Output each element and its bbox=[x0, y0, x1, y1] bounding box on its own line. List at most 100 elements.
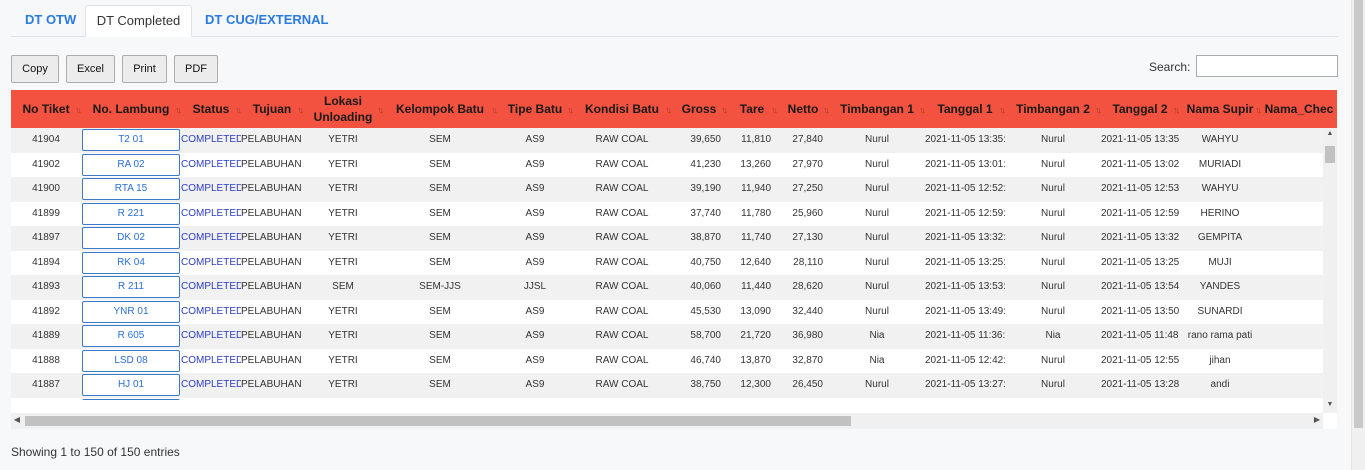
table-vertical-scrollbar-thumb[interactable] bbox=[1325, 146, 1335, 163]
scroll-down-arrow-icon[interactable]: ▼ bbox=[1323, 401, 1337, 413]
table-row[interactable]: 41889 R 605 COMPLETED PELABUHAN YETRI SEM AS9 R… bbox=[11, 324, 1323, 349]
search-input[interactable] bbox=[1196, 55, 1338, 77]
cell-kondisi-batu: RAW COAL bbox=[595, 379, 649, 390]
table-row[interactable]: 41899 R 221 COMPLETED PELABUHAN YETRI SEM AS9 R… bbox=[11, 201, 1323, 226]
sort-arrows-icon[interactable]: ↑↓ bbox=[491, 102, 498, 118]
column-header-status[interactable]: Status ↑↓ bbox=[181, 90, 242, 128]
tab-dt-completed[interactable]: DT Completed bbox=[85, 5, 192, 37]
column-header-label: Tare bbox=[739, 102, 765, 116]
scroll-left-arrow-icon[interactable]: ◀ bbox=[11, 415, 23, 424]
print-button[interactable]: Print bbox=[122, 55, 167, 83]
cell-no-lambung[interactable]: LSD 08 bbox=[82, 349, 180, 372]
column-header-tanggal-2[interactable]: Tanggal 2 ↑↓ bbox=[1101, 90, 1180, 128]
cell-no-lambung[interactable]: YNR 01 bbox=[82, 300, 180, 323]
cell-no-lambung[interactable]: RTA 15 bbox=[82, 178, 180, 200]
scroll-up-arrow-icon[interactable]: ▲ bbox=[1323, 130, 1337, 142]
cell-tipe-batu: AS9 bbox=[525, 134, 545, 145]
table-row[interactable]: 41892 YNR 01 COMPLETED PELABUHAN YETRI SEM AS9… bbox=[11, 299, 1323, 324]
cell-no-lambung[interactable]: DK 02 bbox=[82, 227, 180, 249]
cell-no-tiket: 41904 bbox=[32, 134, 60, 145]
column-header-timbangan-1[interactable]: Timbangan 1 ↑↓ bbox=[829, 90, 926, 128]
sort-arrows-icon[interactable]: ↑↓ bbox=[1255, 102, 1262, 118]
sort-arrows-icon[interactable]: ↑↓ bbox=[665, 102, 672, 118]
column-header-no-tiket[interactable]: No Tiket ↑↓ bbox=[11, 90, 82, 128]
cell-no-lambung[interactable]: RK 04 bbox=[82, 251, 180, 274]
sort-arrows-icon[interactable]: ↑↓ bbox=[297, 102, 304, 118]
column-header-kelompok-batu[interactable]: Kelompok Batu ↑↓ bbox=[383, 90, 498, 128]
page-scrollbar-thumb[interactable] bbox=[1354, 0, 1363, 428]
cell-timbangan-1: Nia bbox=[869, 330, 885, 341]
cell-no-tiket: 41894 bbox=[32, 256, 60, 268]
sort-arrows-icon[interactable]: ↑↓ bbox=[567, 102, 574, 118]
cell-kondisi-batu: RAW COAL bbox=[595, 354, 649, 366]
table-vertical-scrollbar[interactable]: ▲ ▼ bbox=[1323, 128, 1337, 413]
sort-arrows-icon[interactable]: ↑↓ bbox=[919, 102, 926, 118]
column-header-nama-supir[interactable]: Nama Supir ↑↓ bbox=[1179, 90, 1262, 128]
table-row[interactable]: 41897 DK 02 COMPLETED PELABUHAN YETRI SEM AS9 R… bbox=[11, 226, 1323, 251]
column-header-no-lambung[interactable]: No. Lambung ↑↓ bbox=[81, 90, 182, 128]
cell-tipe-batu: AS9 bbox=[525, 330, 545, 341]
cell-no-lambung[interactable]: R 211 bbox=[82, 276, 180, 298]
cell-tanggal-2: 2021-11-05 12:53:09 bbox=[1101, 183, 1179, 194]
sort-arrows-icon[interactable]: ↑↓ bbox=[823, 102, 830, 118]
cell-tujuan: PELABUHAN bbox=[241, 256, 302, 268]
cell-status: COMPLETED bbox=[181, 330, 241, 341]
column-header-nama-checker[interactable]: Nama_Chec bbox=[1261, 90, 1337, 128]
sort-arrows-icon[interactable]: ↑↓ bbox=[377, 102, 384, 118]
column-header-tujuan[interactable]: Tujuan ↑↓ bbox=[241, 90, 304, 128]
cell-timbangan-2: Nurul bbox=[1005, 398, 1101, 401]
tab-dt-cug-external[interactable]: DT CUG/EXTERNAL bbox=[205, 5, 329, 37]
sort-arrows-icon[interactable]: ↑↓ bbox=[1173, 102, 1180, 118]
cell-no-lambung[interactable]: R 221 bbox=[82, 202, 180, 225]
table-row[interactable]: 41900 RTA 15 COMPLETED PELABUHAN YETRI SEM AS9… bbox=[11, 177, 1323, 202]
sort-arrows-icon[interactable]: ↑↓ bbox=[771, 102, 778, 118]
cell-no-lambung[interactable]: LSD 07 bbox=[82, 398, 180, 400]
sort-arrows-icon[interactable]: ↑↓ bbox=[721, 102, 728, 118]
cell-netto: 27,250 bbox=[792, 183, 823, 194]
page-scrollbar[interactable] bbox=[1351, 0, 1365, 470]
table-row[interactable]: 41886LSD 07COMPLETEDPELABUHANYETRISEMAS9… bbox=[11, 397, 1323, 401]
excel-button[interactable]: Excel bbox=[66, 55, 115, 83]
sort-arrows-icon[interactable]: ↑↓ bbox=[1095, 102, 1102, 118]
cell-nama-supir: MURIADI bbox=[1198, 158, 1242, 170]
cell-tujuan: PELABUHAN bbox=[241, 281, 302, 292]
column-header-tanggal-1[interactable]: Tanggal 1 ↑↓ bbox=[925, 90, 1006, 128]
cell-kelompok-batu: SEM-JJS bbox=[419, 281, 461, 292]
cell-no-lambung[interactable]: RA 02 bbox=[82, 153, 180, 176]
cell-tare: 21,720 bbox=[740, 330, 771, 341]
cell-tanggal-1: 2021-11-05 13:49:41 bbox=[925, 305, 1005, 317]
column-header-lokasi-unloading[interactable]: Lokasi Unloading ↑↓ bbox=[303, 90, 384, 128]
table-body: 41904 T2 01 COMPLETED PELABUHAN YETRI SEM AS9 R… bbox=[11, 128, 1323, 400]
cell-tujuan: PELABUHAN bbox=[241, 398, 303, 401]
table-row[interactable]: 41894 RK 04 COMPLETED PELABUHAN YETRI SEM AS9 R… bbox=[11, 250, 1323, 275]
cell-no-lambung[interactable]: HJ 01 bbox=[82, 374, 180, 396]
copy-button[interactable]: Copy bbox=[11, 55, 59, 83]
column-header-timbangan-2[interactable]: Timbangan 2 ↑↓ bbox=[1005, 90, 1102, 128]
table-row[interactable]: 41904 T2 01 COMPLETED PELABUHAN YETRI SEM AS9 R… bbox=[11, 128, 1323, 153]
table-row[interactable]: 41888 LSD 08 COMPLETED PELABUHAN YETRI SEM AS9… bbox=[11, 348, 1323, 373]
pdf-button[interactable]: PDF bbox=[174, 55, 218, 83]
table-horizontal-scrollbar-thumb[interactable] bbox=[25, 416, 851, 426]
sort-arrows-icon[interactable]: ↑↓ bbox=[999, 102, 1006, 118]
table-row[interactable]: 41902 RA 02 COMPLETED PELABUHAN YETRI SEM AS9 R… bbox=[11, 152, 1323, 177]
cell-kelompok-batu: SEM bbox=[429, 232, 451, 243]
cell-no-lambung[interactable]: R 605 bbox=[82, 325, 180, 347]
cell-gross: 38,870 bbox=[690, 232, 721, 243]
column-header-gross[interactable]: Gross ↑↓ bbox=[671, 90, 728, 128]
cell-tipe-batu: JJSL bbox=[523, 281, 547, 292]
cell-no-lambung[interactable]: T2 01 bbox=[82, 129, 180, 151]
column-header-tipe-batu[interactable]: Tipe Batu ↑↓ bbox=[497, 90, 574, 128]
sort-arrows-icon[interactable]: ↑↓ bbox=[75, 102, 82, 118]
tab-dt-otw[interactable]: DT OTW bbox=[25, 5, 76, 37]
column-header-kondisi-batu[interactable]: Kondisi Batu ↑↓ bbox=[573, 90, 672, 128]
table-row[interactable]: 41893 R 211 COMPLETED PELABUHAN SEM SEM-JJS JJ… bbox=[11, 275, 1323, 300]
sort-arrows-icon[interactable]: ↑↓ bbox=[175, 102, 182, 118]
cell-tanggal-2: 2021-11-05 13:32:35 bbox=[1101, 232, 1179, 243]
cell-nama-checker bbox=[1261, 398, 1323, 401]
table-row[interactable]: 41887 HJ 01 COMPLETED PELABUHAN YETRI SEM AS9 R… bbox=[11, 373, 1323, 398]
scroll-right-arrow-icon[interactable]: ▶ bbox=[1311, 415, 1323, 424]
column-header-netto[interactable]: Netto ↑↓ bbox=[777, 90, 830, 128]
table-horizontal-scrollbar[interactable]: ◀ ▶ bbox=[11, 413, 1323, 429]
sort-arrows-icon[interactable]: ↑↓ bbox=[235, 102, 242, 118]
column-header-tare[interactable]: Tare ↑↓ bbox=[727, 90, 778, 128]
